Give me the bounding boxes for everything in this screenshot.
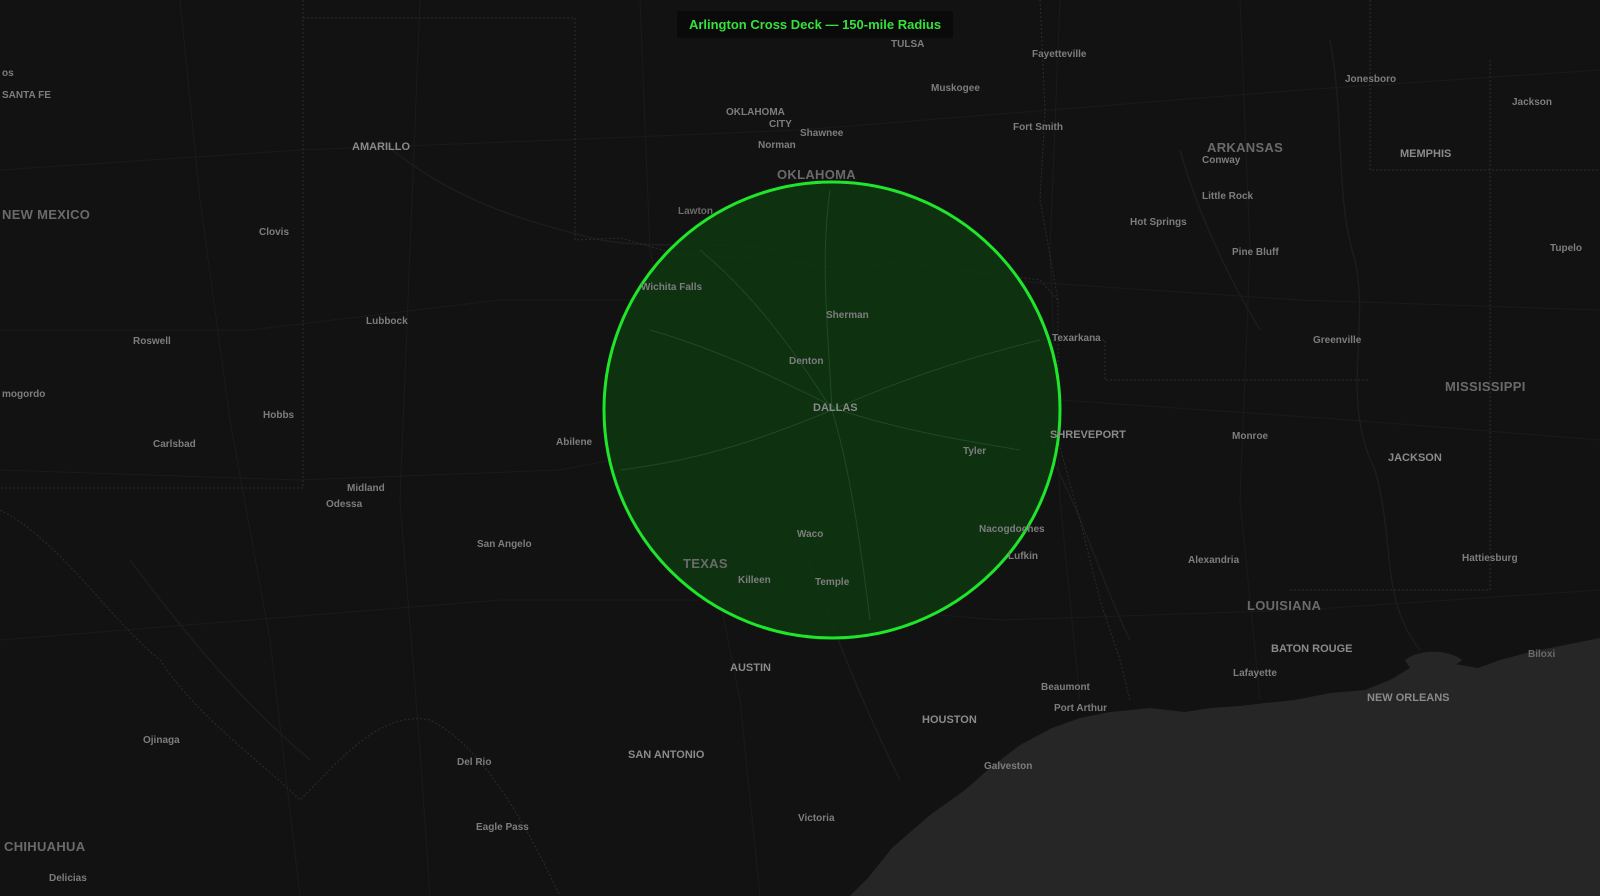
city-label-biloxi: Biloxi xyxy=(1528,649,1556,660)
state-label-texas: TEXAS xyxy=(683,556,728,571)
city-label-monroe: Monroe xyxy=(1232,431,1269,442)
state-label-oklahoma: OKLAHOMA xyxy=(777,167,856,182)
state-label-chihuahua: CHIHUAHUA xyxy=(4,839,86,854)
city-label-tulsa: TULSA xyxy=(891,39,925,50)
state-label-louisiana: LOUISIANA xyxy=(1247,598,1322,613)
city-label-hattiesburg: Hattiesburg xyxy=(1462,553,1518,564)
city-label-roswell: Roswell xyxy=(133,336,171,347)
city-label-muskogee: Muskogee xyxy=(931,83,980,94)
city-label-fayetteville: Fayetteville xyxy=(1032,49,1087,60)
city-label-tupelo: Tupelo xyxy=(1550,243,1583,254)
state-label-arkansas: ARKANSAS xyxy=(1207,140,1284,155)
city-label-oklahoma-city-1: OKLAHOMA xyxy=(726,107,785,118)
city-label-little-rock: Little Rock xyxy=(1202,191,1254,202)
city-label-dallas: DALLAS xyxy=(813,402,858,414)
city-label-fort-smith: Fort Smith xyxy=(1013,122,1063,133)
city-label-norman: Norman xyxy=(758,140,796,151)
city-label-shreveport: SHREVEPORT xyxy=(1050,429,1126,441)
city-label-tyler: Tyler xyxy=(963,446,987,457)
city-label-eagle-pass: Eagle Pass xyxy=(476,822,529,833)
city-label-clovis: Clovis xyxy=(259,227,290,238)
city-label-delicias: Delicias xyxy=(49,873,87,884)
city-label-beaumont: Beaumont xyxy=(1041,682,1090,693)
city-label-lafayette: Lafayette xyxy=(1233,668,1277,679)
city-label-houston: HOUSTON xyxy=(922,714,977,726)
city-label-shawnee: Shawnee xyxy=(800,128,844,139)
city-label-texarkana: Texarkana xyxy=(1052,333,1101,344)
city-label-ojinaga: Ojinaga xyxy=(143,735,180,746)
city-label-waco: Waco xyxy=(797,529,824,540)
city-label-alexandria: Alexandria xyxy=(1188,555,1240,566)
city-label-santa-fe: SANTA FE xyxy=(2,90,51,101)
city-label-galveston: Galveston xyxy=(984,761,1033,772)
city-label-jackson-tn: Jackson xyxy=(1512,97,1553,108)
city-label-abilene: Abilene xyxy=(556,437,593,448)
city-label-lubbock: Lubbock xyxy=(366,316,408,327)
city-label-greenville: Greenville xyxy=(1313,335,1362,346)
city-label-killeen: Killeen xyxy=(738,575,771,586)
city-label-carlsbad: Carlsbad xyxy=(153,439,196,450)
city-label-temple: Temple xyxy=(815,577,850,588)
city-label-baton-rouge: BATON ROUGE xyxy=(1271,643,1353,655)
city-label-jackson-ms: JACKSON xyxy=(1388,452,1442,464)
city-label-jonesboro: Jonesboro xyxy=(1345,74,1397,85)
city-label-oklahoma-city-2: CITY xyxy=(769,119,792,130)
city-label-lufkin: Lufkin xyxy=(1008,551,1038,562)
city-label-san-angelo: San Angelo xyxy=(477,539,532,550)
city-label-port-arthur: Port Arthur xyxy=(1054,703,1107,714)
city-label-new-orleans: NEW ORLEANS xyxy=(1367,692,1450,704)
state-label-mississippi: MISSISSIPPI xyxy=(1445,379,1526,394)
city-label-hobbs: Hobbs xyxy=(263,410,295,421)
city-label-midland: Midland xyxy=(347,483,385,494)
city-label-odessa: Odessa xyxy=(326,499,363,510)
city-label-del-rio: Del Rio xyxy=(457,757,492,768)
city-label-nacogdoches: Nacogdoches xyxy=(979,524,1045,535)
city-label-pine-bluff: Pine Bluff xyxy=(1232,247,1279,258)
city-label-san-antonio: SAN ANTONIO xyxy=(628,749,705,761)
map-title: Arlington Cross Deck — 150-mile Radius xyxy=(677,11,953,38)
city-label-wichita-falls: Wichita Falls xyxy=(641,282,703,293)
city-label-sherman: Sherman xyxy=(826,310,869,321)
city-label-hot-springs: Hot Springs xyxy=(1130,217,1187,228)
city-label-lawton: Lawton xyxy=(678,206,713,217)
city-label-memphis: MEMPHIS xyxy=(1400,148,1452,160)
city-label-alamogordo: mogordo xyxy=(2,389,46,400)
state-label-new-mexico: NEW MEXICO xyxy=(2,207,91,222)
city-label-austin: AUSTIN xyxy=(730,662,771,674)
city-label-conway: Conway xyxy=(1202,155,1241,166)
city-label-los: os xyxy=(2,68,14,79)
map-canvas[interactable]: NEW MEXICO OKLAHOMA ARKANSAS MISSISSIPPI… xyxy=(0,0,1600,896)
city-label-victoria: Victoria xyxy=(798,813,835,824)
city-label-denton: Denton xyxy=(789,356,824,367)
city-label-amarillo: AMARILLO xyxy=(352,141,411,153)
